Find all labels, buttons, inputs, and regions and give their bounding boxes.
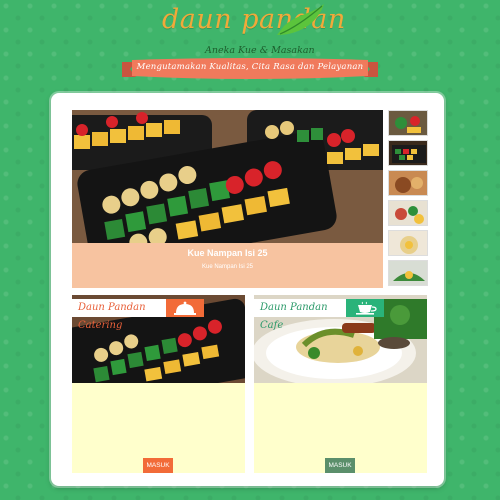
- slider-thumbnail[interactable]: [388, 170, 428, 196]
- cafe-card[interactable]: Daun Pandan Cafe MASUK: [254, 295, 427, 473]
- featured-slide-image[interactable]: [72, 110, 383, 243]
- cafe-tab: [346, 299, 384, 317]
- leaf-icon: [277, 4, 324, 35]
- cafe-label[interactable]: Daun Pandan Cafe: [254, 299, 346, 331]
- slider-thumbnail[interactable]: [388, 110, 428, 136]
- site-tagline: Aneka Kue & Masakan: [205, 45, 315, 56]
- slogan-text: Mengutamakan Kualitas, Cita Rasa dan Pel…: [136, 62, 364, 72]
- slide-caption-title: Kue Nampan Isi 25: [187, 248, 268, 258]
- catering-masuk-button[interactable]: MASUK: [143, 458, 173, 473]
- catering-label[interactable]: Daun Pandan Catering: [72, 299, 166, 331]
- cup-icon: [356, 301, 377, 315]
- header: daun pandan Aneka Kue & Masakan Mengutam…: [0, 0, 500, 90]
- slider-thumbnail[interactable]: [388, 140, 428, 166]
- slide-caption: Kue Nampan Isi 25 Kue Nampan Isi 25: [72, 243, 383, 288]
- catering-tab: [166, 299, 204, 317]
- cafe-masuk-button[interactable]: MASUK: [325, 458, 355, 473]
- slider-thumbnail[interactable]: [388, 230, 428, 256]
- catering-card[interactable]: Daun Pandan Catering MASUK: [72, 295, 245, 473]
- slider-thumbnail[interactable]: [388, 200, 428, 226]
- slider-thumbnail[interactable]: [388, 260, 428, 286]
- cloche-icon: [174, 301, 196, 315]
- featured-slider[interactable]: Kue Nampan Isi 25 Kue Nampan Isi 25: [72, 110, 383, 288]
- slide-caption-subtitle: Kue Nampan Isi 25: [201, 264, 254, 270]
- slogan-ribbon: Mengutamakan Kualitas, Cita Rasa dan Pel…: [122, 58, 378, 80]
